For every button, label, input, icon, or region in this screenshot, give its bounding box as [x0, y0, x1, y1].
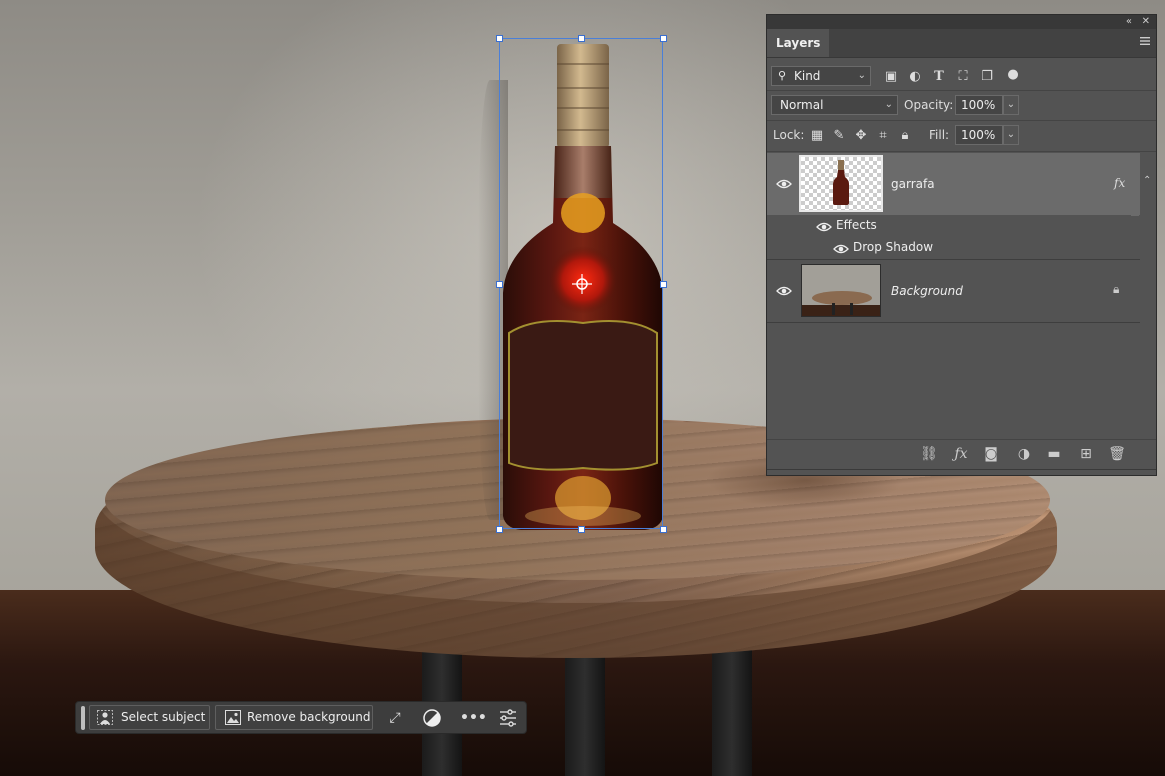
visibility-eye-icon[interactable]	[833, 243, 849, 255]
effect-drop-shadow-row[interactable]: Drop Shadow	[767, 237, 1140, 259]
select-subject-button[interactable]: Select subject	[89, 705, 210, 730]
divider	[767, 322, 1140, 323]
opacity-label: Opacity:	[904, 98, 954, 112]
layers-scrollbar[interactable]	[1131, 154, 1139, 216]
filter-toggle-icon[interactable]: ●	[1005, 67, 1021, 83]
visibility-eye-icon[interactable]	[776, 285, 792, 297]
delete-layer-icon[interactable]: 🗑︎	[1108, 445, 1126, 463]
type-layer-filter-icon[interactable]: T	[931, 69, 947, 85]
divider	[767, 90, 1156, 91]
lock-label: Lock:	[773, 128, 805, 142]
transform-handle-right[interactable]	[660, 281, 667, 288]
add-mask-icon[interactable]: ◙	[982, 445, 1000, 463]
transform-handle-left[interactable]	[496, 281, 503, 288]
background-thumbnail-icon	[802, 265, 880, 316]
transform-handle-top-left[interactable]	[496, 35, 503, 42]
filter-kind-dropdown[interactable]: ⚲ Kind ⌄	[771, 66, 871, 86]
filter-row: ⚲ Kind ⌄ ▣ ◐ T ⛶ ❐ ●	[767, 65, 1156, 89]
divider	[767, 469, 1156, 470]
panel-tab-bar: Layers	[767, 29, 1156, 58]
fill-label: Fill:	[929, 128, 950, 142]
divider	[767, 439, 1156, 440]
more-options-icon[interactable]: •••	[460, 709, 487, 727]
opacity-value: 100%	[961, 98, 996, 112]
tab-layers[interactable]: Layers	[767, 29, 830, 57]
layer-row-garrafa[interactable]: garrafa fx	[767, 153, 1140, 215]
smart-object-filter-icon[interactable]: ❐	[979, 69, 995, 85]
image-icon	[225, 710, 241, 725]
fill-field[interactable]: 100% ⌄	[955, 125, 1019, 145]
visibility-eye-icon[interactable]	[776, 178, 792, 190]
select-subject-label: Select subject	[121, 710, 206, 724]
close-panel-icon[interactable]: ✕	[1142, 15, 1150, 29]
lock-transparent-pixels-icon[interactable]: ▦	[809, 128, 825, 144]
adjustment-layer-filter-icon[interactable]: ◐	[907, 69, 923, 85]
panel-title-bar[interactable]: « ✕	[767, 15, 1156, 29]
effects-label: Effects	[836, 218, 877, 232]
new-layer-icon[interactable]: ⊞	[1077, 445, 1095, 463]
layer-thumbnail[interactable]	[799, 155, 883, 212]
pixel-layer-filter-icon[interactable]: ▣	[883, 69, 899, 85]
lock-image-pixels-icon[interactable]: ✎	[831, 128, 847, 144]
remove-background-button[interactable]: Remove background	[215, 705, 373, 730]
divider	[767, 120, 1156, 121]
reference-point-icon[interactable]	[572, 274, 592, 294]
layer-row-background[interactable]: Background 🔒︎	[767, 260, 1140, 322]
new-adjustment-layer-icon[interactable]: ◑	[1015, 445, 1033, 463]
prevent-auto-nesting-icon[interactable]: ⌗	[875, 128, 891, 144]
collapse-panel-icon[interactable]: «	[1126, 15, 1132, 29]
taskbar-drag-handle[interactable]	[81, 706, 85, 730]
layers-panel: « ✕ Layers ⚲ Kind ⌄ ▣ ◐ T ⛶ ❐ ● Normal ⌄…	[766, 14, 1157, 476]
add-layer-style-icon[interactable]: ƒx	[952, 445, 970, 463]
transform-handle-top-right[interactable]	[660, 35, 667, 42]
lock-position-icon[interactable]: ✥	[853, 128, 869, 144]
chevron-down-icon: ⌄	[857, 70, 866, 81]
layer-name[interactable]: Background	[891, 284, 963, 298]
transform-handle-bottom-left[interactable]	[496, 526, 503, 533]
layers-footer: ⛓ ƒx ◙ ◑ ▬ ⊞ 🗑︎	[767, 445, 1156, 465]
person-select-icon	[97, 710, 113, 725]
transform-handle-top[interactable]	[578, 35, 585, 42]
settings-sliders-icon[interactable]	[498, 709, 518, 727]
link-layers-icon[interactable]: ⛓	[920, 445, 938, 463]
layer-effects-row[interactable]: Effects	[767, 215, 1140, 237]
panel-menu-icon[interactable]	[1140, 36, 1150, 46]
opacity-slider-toggle-icon[interactable]: ⌄	[1003, 95, 1019, 115]
layer-thumbnail[interactable]	[801, 264, 881, 317]
blend-row: Normal ⌄ Opacity: 100% ⌄	[767, 95, 1156, 119]
lock-row: Lock: ▦ ✎ ✥ ⌗ 🔒︎ Fill: 100% ⌄	[767, 125, 1156, 149]
fill-slider-toggle-icon[interactable]: ⌄	[1003, 125, 1019, 145]
filter-kind-label: Kind	[794, 69, 821, 83]
adjustment-circle-icon[interactable]	[422, 709, 442, 727]
chevron-down-icon: ⌄	[884, 99, 893, 110]
transform-handle-bottom-right[interactable]	[660, 526, 667, 533]
bottle-thumbnail-icon	[833, 160, 849, 205]
transform-selection-icon[interactable]: ⤢	[385, 709, 405, 727]
layer-lock-icon[interactable]: 🔒︎	[1113, 282, 1119, 297]
transform-handle-bottom[interactable]	[578, 526, 585, 533]
new-group-folder-icon[interactable]: ▬	[1045, 445, 1063, 463]
blend-mode-dropdown[interactable]: Normal ⌄	[771, 95, 898, 115]
layer-effects-fx-icon[interactable]: fx	[1114, 176, 1125, 190]
divider	[767, 151, 1156, 152]
visibility-eye-icon[interactable]	[816, 221, 832, 233]
remove-background-label: Remove background	[247, 710, 371, 724]
layer-name[interactable]: garrafa	[891, 177, 935, 191]
contextual-task-bar: Select subject Remove background ⤢ •••	[75, 701, 527, 734]
shape-layer-filter-icon[interactable]: ⛶	[955, 69, 971, 85]
fill-value: 100%	[961, 128, 996, 142]
opacity-field[interactable]: 100% ⌄	[955, 95, 1019, 115]
collapse-effects-chevron-icon[interactable]: ⌃	[1143, 175, 1151, 186]
effect-name: Drop Shadow	[853, 240, 934, 254]
lock-all-icon[interactable]: 🔒︎	[897, 128, 913, 144]
blend-mode-value: Normal	[780, 98, 824, 112]
search-icon: ⚲	[778, 69, 787, 82]
